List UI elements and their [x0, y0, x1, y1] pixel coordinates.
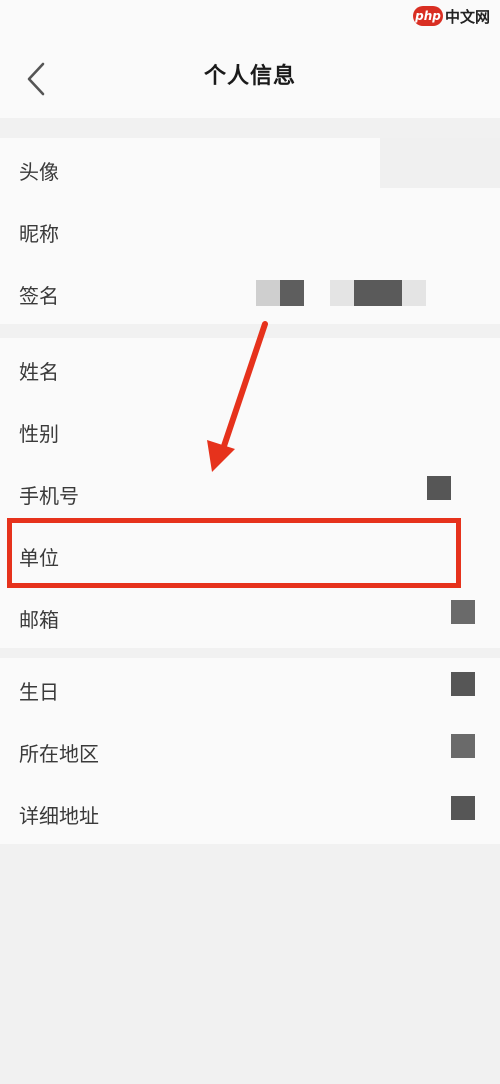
settings-group-address: 生日 所在地区 详细地址 [0, 658, 500, 844]
list-item-nickname[interactable]: 昵称 [0, 200, 500, 262]
list-item-label: 头像 [19, 160, 59, 184]
list-item-label: 性别 [19, 422, 59, 446]
list-item-label: 签名 [19, 284, 59, 308]
blurred-value [402, 280, 426, 306]
watermark: php 中文网 [412, 4, 490, 28]
settings-group-profile: 头像 昵称 签名 [0, 138, 500, 324]
blurred-area [380, 138, 500, 188]
list-item-address[interactable]: 详细地址 [0, 782, 500, 844]
list-item-label: 手机号 [19, 484, 79, 508]
list-item-signature[interactable]: 签名 [0, 262, 500, 324]
list-item-label: 生日 [19, 680, 59, 704]
blurred-value [280, 280, 304, 306]
blurred-value [451, 734, 475, 758]
list-item-email[interactable]: 邮箱 [0, 586, 500, 648]
list-item-label: 姓名 [19, 360, 59, 384]
annotation-highlight-box [7, 518, 461, 588]
page-title: 个人信息 [203, 64, 296, 89]
blurred-value [451, 600, 475, 624]
list-item-birthday[interactable]: 生日 [0, 658, 500, 720]
watermark-logo: php [412, 6, 443, 26]
blurred-value [427, 476, 451, 500]
blurred-value [451, 672, 475, 696]
nav-bar: 个人信息 php 中文网 [0, 0, 500, 118]
list-item-label: 详细地址 [19, 804, 99, 828]
list-item-avatar[interactable]: 头像 [0, 138, 500, 200]
list-item-phone[interactable]: 手机号 [0, 462, 500, 524]
watermark-text: 中文网 [444, 7, 490, 26]
blurred-value [256, 280, 280, 306]
settings-group-contact: 姓名 性别 手机号 单位 邮箱 [0, 338, 500, 648]
list-item-label: 所在地区 [19, 742, 99, 766]
list-item-label: 邮箱 [19, 608, 59, 632]
list-item-label: 昵称 [19, 222, 59, 246]
blurred-value [330, 280, 354, 306]
list-item-region[interactable]: 所在地区 [0, 720, 500, 782]
blurred-value [451, 796, 475, 820]
blurred-value [354, 280, 402, 306]
list-item-gender[interactable]: 性别 [0, 400, 500, 462]
list-item-name[interactable]: 姓名 [0, 338, 500, 400]
